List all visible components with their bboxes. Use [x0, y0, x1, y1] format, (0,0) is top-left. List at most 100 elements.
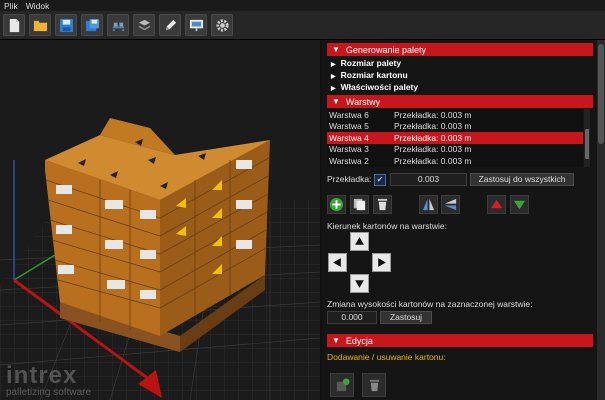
height-apply-button[interactable]: Zastosuj: [380, 311, 432, 324]
item-label: Właściwości palety: [340, 82, 419, 92]
mirror-horizontal-button[interactable]: [419, 195, 438, 214]
arrow-right-icon: [378, 258, 386, 267]
presentation-icon: [189, 19, 203, 31]
item-pallet-size[interactable]: ▶ Rozmiar palety: [331, 58, 401, 68]
item-pallet-properties[interactable]: ▶ Właściwości palety: [331, 82, 418, 92]
layer-spacer: Przekładka: 0.003 m: [394, 132, 472, 143]
save-as-icon: [85, 18, 99, 31]
direction-label: Kierunek kartonów na warstwie:: [327, 221, 448, 231]
apply-all-button[interactable]: Zastosuj do wszystkich: [470, 173, 574, 186]
save-icon: [59, 18, 73, 32]
collapse-down-icon: ▼: [332, 97, 340, 106]
spacer-checkbox[interactable]: ✔: [374, 174, 386, 186]
arrow-down-icon: [355, 280, 364, 288]
spacer-value-input[interactable]: 0.003: [390, 173, 467, 186]
menu-file[interactable]: Plik: [0, 1, 22, 11]
trash-icon: [377, 198, 388, 211]
save-button[interactable]: [55, 14, 77, 36]
settings-panel: ▼ Generowanie palety ▶ Rozmiar palety ▶ Ro…: [322, 40, 605, 400]
settings-gear-icon: [215, 18, 229, 32]
mirror-horizontal-icon: [422, 198, 435, 211]
section-title: Warstwy: [345, 96, 381, 107]
panel-scroll-thumb[interactable]: [598, 44, 604, 144]
direction-up-button[interactable]: [350, 232, 369, 251]
layers-scrollbar[interactable]: [584, 109, 590, 167]
layers-scroll-thumb[interactable]: [585, 129, 589, 159]
layer-spacer: Przekładka: 0.003 m: [394, 155, 472, 166]
arrow-up-red-icon: [490, 199, 503, 209]
arrow-down-green-icon: [513, 200, 526, 210]
copy-layer-button[interactable]: [350, 195, 369, 214]
layer-view-icon: [138, 19, 150, 30]
settings-button[interactable]: [211, 14, 233, 36]
brand-name: intrex: [6, 362, 78, 389]
add-layer-button[interactable]: [327, 195, 346, 214]
pallet-3d-scene: [0, 40, 320, 400]
direction-right-button[interactable]: [372, 253, 391, 272]
toolbar: [0, 11, 605, 40]
pallet-view-icon: [112, 22, 124, 31]
layer-row[interactable]: Warstwa 2 Przekładka: 0.003 m: [327, 155, 583, 167]
spacer-label: Przekładka:: [327, 174, 372, 184]
section-layers[interactable]: ▼ Warstwy: [327, 95, 593, 108]
layer-row-selected[interactable]: Warstwa 4 Przekładka: 0.003 m: [327, 132, 583, 144]
collapse-down-icon: ▼: [332, 45, 340, 54]
arrow-up-icon: [355, 237, 364, 245]
item-label: Rozmiar palety: [340, 58, 402, 68]
menu-bar: Plik Widok: [0, 0, 605, 11]
layers-list: Warstwa 6 Przekładka: 0.003 m Warstwa 5 Pr…: [327, 109, 583, 167]
layer-name: Warstwa 2: [329, 155, 369, 166]
expand-right-icon: ▶: [331, 62, 336, 68]
new-file-button[interactable]: [3, 14, 25, 36]
panel-scrollbar[interactable]: [597, 40, 605, 400]
new-file-icon: [9, 18, 19, 32]
copy-icon: [353, 198, 366, 211]
section-title: Edycja: [345, 335, 373, 346]
section-pallet-generation[interactable]: ▼ Generowanie palety: [327, 43, 593, 56]
height-change-label: Zmiana wysokości kartonów na zaznaczonej…: [327, 299, 533, 309]
remove-carton-button[interactable]: [362, 373, 386, 397]
layer-spacer: Przekładka: 0.003 m: [394, 144, 472, 155]
layer-name: Warstwa 3: [329, 144, 369, 155]
layer-name: Warstwa 6: [329, 109, 369, 120]
item-carton-size[interactable]: ▶ Rozmiar kartonu: [331, 70, 408, 80]
layer-row[interactable]: Warstwa 6 Przekładka: 0.003 m: [327, 109, 583, 121]
layer-spacer: Przekładka: 0.003 m: [394, 109, 472, 120]
mirror-vertical-button[interactable]: [441, 195, 460, 214]
add-carton-button[interactable]: [330, 373, 354, 397]
trash-icon: [369, 379, 379, 391]
height-change-input[interactable]: 0.000: [327, 311, 377, 324]
section-title: Generowanie palety: [345, 44, 426, 55]
layer-row[interactable]: Warstwa 5 Przekładka: 0.003 m: [327, 121, 583, 133]
edit-pencil-icon: [165, 19, 176, 30]
collapse-down-icon: ▼: [332, 336, 340, 345]
arrow-left-icon: [333, 258, 341, 267]
open-folder-icon: [33, 20, 47, 31]
expand-right-icon: ▶: [331, 86, 336, 92]
move-layer-up-button[interactable]: [487, 195, 506, 214]
item-label: Rozmiar kartonu: [340, 70, 408, 80]
section-edit[interactable]: ▼ Edycja: [327, 334, 593, 347]
menu-view[interactable]: Widok: [22, 1, 54, 11]
presentation-button[interactable]: [185, 14, 207, 36]
add-remove-carton-label: Dodawanie / usuwanie kartonu:: [327, 352, 446, 362]
save-as-button[interactable]: [81, 14, 103, 36]
layer-row[interactable]: Warstwa 3 Przekładka: 0.003 m: [327, 144, 583, 156]
brand-logo: intrex palletizing software: [6, 362, 91, 398]
brand-tagline: palletizing software: [6, 387, 92, 398]
delete-layer-button[interactable]: [373, 195, 392, 214]
add-circle-icon: [329, 197, 344, 212]
add-box-icon: [336, 377, 350, 391]
move-layer-down-button[interactable]: [510, 195, 529, 214]
layer-view-button[interactable]: [133, 14, 155, 36]
layer-name: Warstwa 4: [329, 132, 369, 143]
edit-button[interactable]: [159, 14, 181, 36]
layer-spacer: Przekładka: 0.003 m: [394, 121, 472, 132]
direction-left-button[interactable]: [328, 253, 347, 272]
mirror-vertical-icon: [444, 198, 457, 211]
open-folder-button[interactable]: [29, 14, 51, 36]
direction-down-button[interactable]: [350, 274, 369, 293]
pallet-view-button[interactable]: [107, 14, 129, 36]
3d-viewport[interactable]: intrex palletizing software: [0, 40, 320, 400]
layer-name: Warstwa 5: [329, 121, 369, 132]
